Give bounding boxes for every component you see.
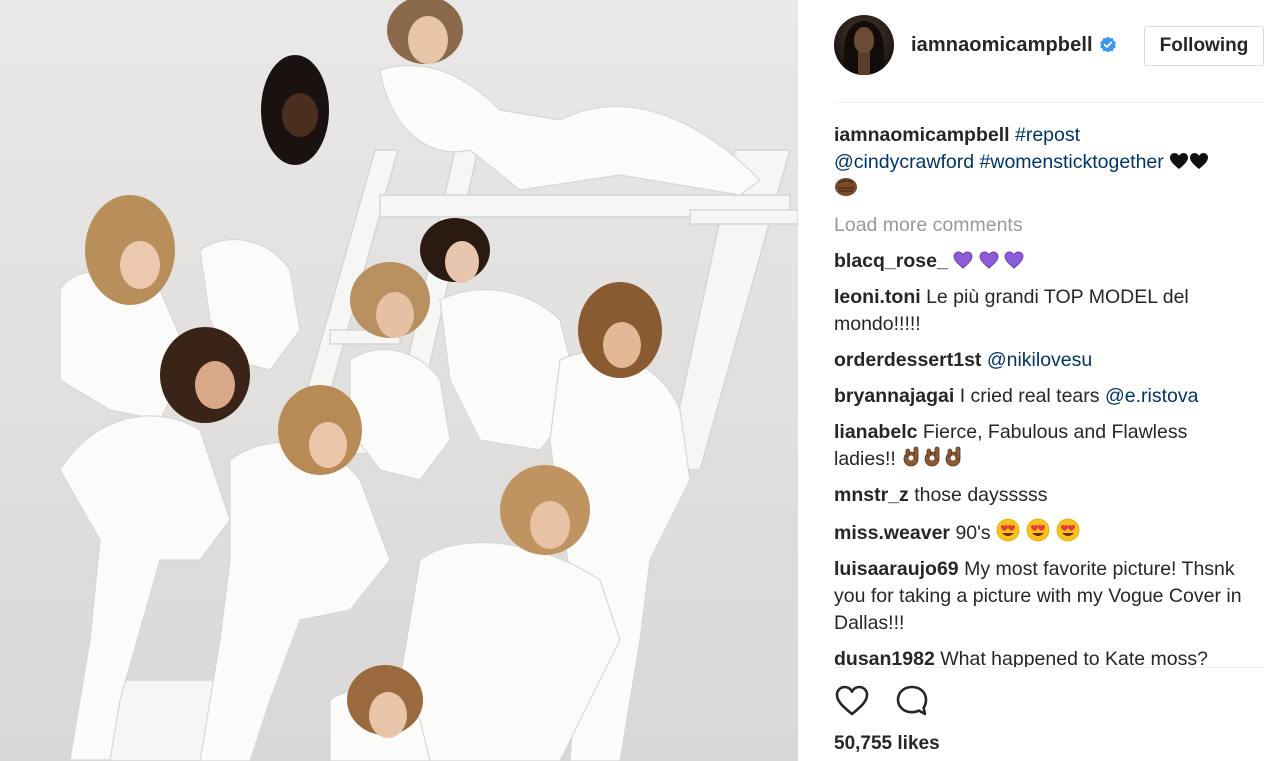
black-heart-icon [1190, 153, 1209, 169]
caption-author[interactable]: iamnaomicampbell [834, 124, 1010, 146]
comment-mention[interactable]: @nikilovesu [987, 349, 1092, 371]
comment-author[interactable]: blacq_rose_ [834, 250, 948, 272]
comment-item: miss.weaver 90's [834, 518, 1249, 547]
comment-author[interactable]: bryannajagai [834, 385, 954, 407]
comment-item: leoni.toni Le più grandi TOP MODEL del m… [834, 284, 1249, 338]
post-details-panel: iamnaomicampbell Following iamnaomicampb… [798, 0, 1276, 761]
divider [834, 667, 1264, 668]
black-heart-icon [1170, 153, 1189, 169]
comment-text: I cried real tears [959, 385, 1100, 407]
heart-eyes-emoji-icon [996, 518, 1080, 542]
purple-heart-icon [1004, 251, 1024, 269]
fist-bump-icon [835, 178, 857, 196]
comment-item: bryannajagai I cried real tears @e.risto… [834, 383, 1249, 410]
verified-badge-icon [1100, 36, 1116, 53]
hashtag-womenstucktogether[interactable]: #womensticktogether [980, 151, 1164, 173]
avatar[interactable] [834, 15, 894, 75]
comment-author[interactable]: miss.weaver [834, 522, 950, 544]
divider [834, 102, 1264, 103]
comment-author[interactable]: dusan1982 [834, 648, 935, 667]
mention-cindycrawford[interactable]: @cindycrawford [834, 151, 974, 173]
post-photo[interactable] [0, 0, 798, 761]
caption: iamnaomicampbell #repost @cindycrawford … [834, 122, 1249, 203]
comment-item: lianabelc Fierce, Fabulous and Flawless … [834, 419, 1249, 473]
hashtag-repost[interactable]: #repost [1015, 124, 1080, 146]
comment-item: luisaaraujo69 My most favorite picture! … [834, 556, 1249, 637]
heart-icon[interactable] [834, 683, 870, 719]
comment-author[interactable]: lianabelc [834, 421, 917, 443]
likes-count[interactable]: 50,755 likes [834, 733, 940, 755]
comment-author[interactable]: leoni.toni [834, 286, 921, 308]
header-username[interactable]: iamnaomicampbell [911, 34, 1093, 57]
comment-author[interactable]: mnstr_z [834, 484, 909, 506]
purple-heart-icon [979, 251, 999, 269]
comment-item: dusan1982 What happened to Kate moss? [834, 646, 1249, 667]
comment-text: those daysssss [914, 484, 1048, 506]
comment-mention[interactable]: @e.ristova [1105, 385, 1199, 407]
comments-list[interactable]: iamnaomicampbell #repost @cindycrawford … [834, 122, 1249, 667]
comment-bubble-icon[interactable] [894, 683, 930, 719]
comment-item: mnstr_z those daysssss [834, 482, 1249, 509]
group-photo-illustration [59, 0, 798, 761]
comment-text: 90's [955, 522, 991, 544]
comment-text: What happened to Kate moss? [940, 648, 1208, 667]
load-more-comments-link[interactable]: Load more comments [834, 212, 1249, 239]
comment-item: orderdessert1st @nikilovesu [834, 347, 1249, 374]
comment-author[interactable]: orderdessert1st [834, 349, 981, 371]
post-header: iamnaomicampbell Following [798, 0, 1276, 103]
ok-hand-icon [903, 446, 961, 467]
purple-heart-icon [953, 251, 973, 269]
following-button[interactable]: Following [1144, 26, 1264, 66]
comment-item: blacq_rose_ [834, 248, 1249, 275]
comment-author[interactable]: luisaaraujo69 [834, 558, 959, 580]
